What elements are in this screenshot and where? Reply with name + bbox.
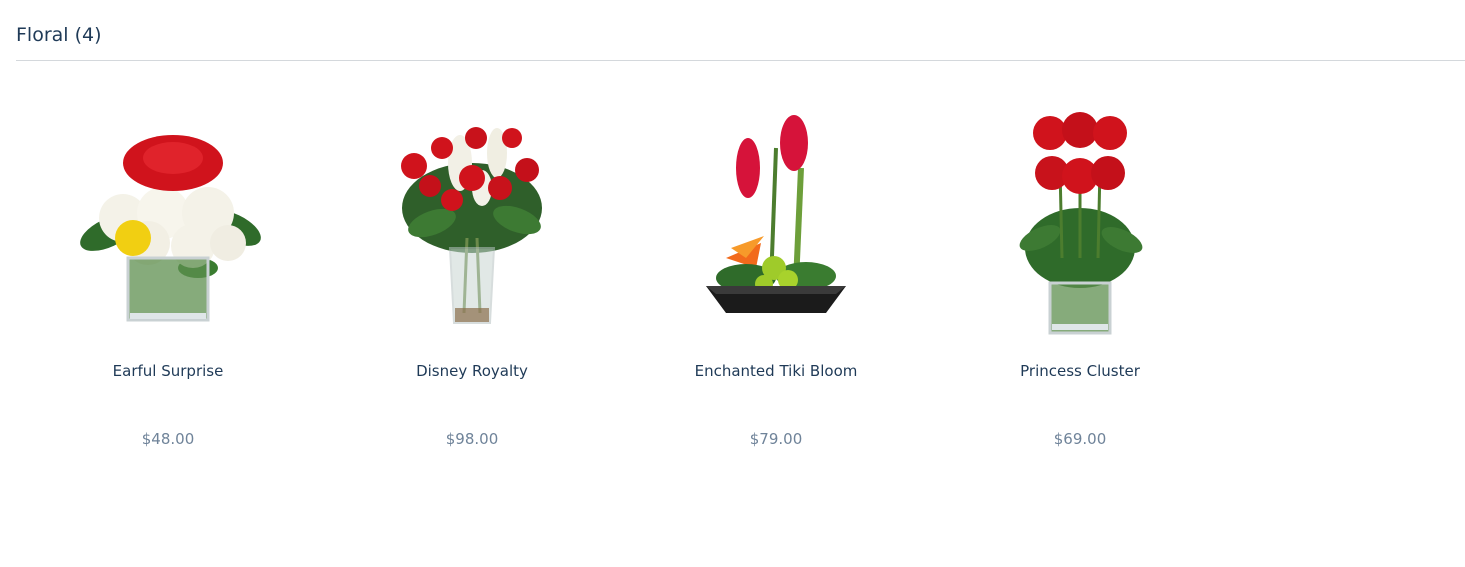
tropical-dish-image: [706, 115, 846, 313]
section-header: Floral (4): [16, 22, 1465, 48]
product-image[interactable]: [624, 108, 928, 343]
product-card[interactable]: Enchanted Tiki Bloom $79.00: [624, 100, 928, 460]
product-price: $69.00: [1053, 430, 1107, 448]
product-image[interactable]: [16, 108, 320, 343]
section-divider: [16, 60, 1465, 61]
flower-cube-vase-image: [80, 135, 261, 322]
product-name[interactable]: Princess Cluster: [928, 361, 1232, 381]
rose-cluster-cube-image: [1019, 112, 1143, 335]
product-price: $79.00: [749, 430, 803, 448]
rose-tall-vase-image: [401, 127, 542, 324]
product-name[interactable]: Earful Surprise: [16, 361, 320, 381]
product-card[interactable]: Disney Royalty $98.00: [320, 100, 624, 460]
product-image[interactable]: [320, 108, 624, 343]
product-name[interactable]: Enchanted Tiki Bloom: [624, 361, 928, 381]
product-image[interactable]: [928, 108, 1232, 343]
product-price: $98.00: [445, 430, 499, 448]
section-title: Floral (4): [16, 24, 102, 46]
product-card[interactable]: Princess Cluster $69.00: [928, 100, 1232, 460]
product-price: $48.00: [141, 430, 195, 448]
product-card[interactable]: Earful Surprise $48.00: [16, 100, 320, 460]
product-grid: Earful Surprise $48.00 Disney Royalty $9…: [16, 100, 1232, 460]
product-name[interactable]: Disney Royalty: [320, 361, 624, 381]
